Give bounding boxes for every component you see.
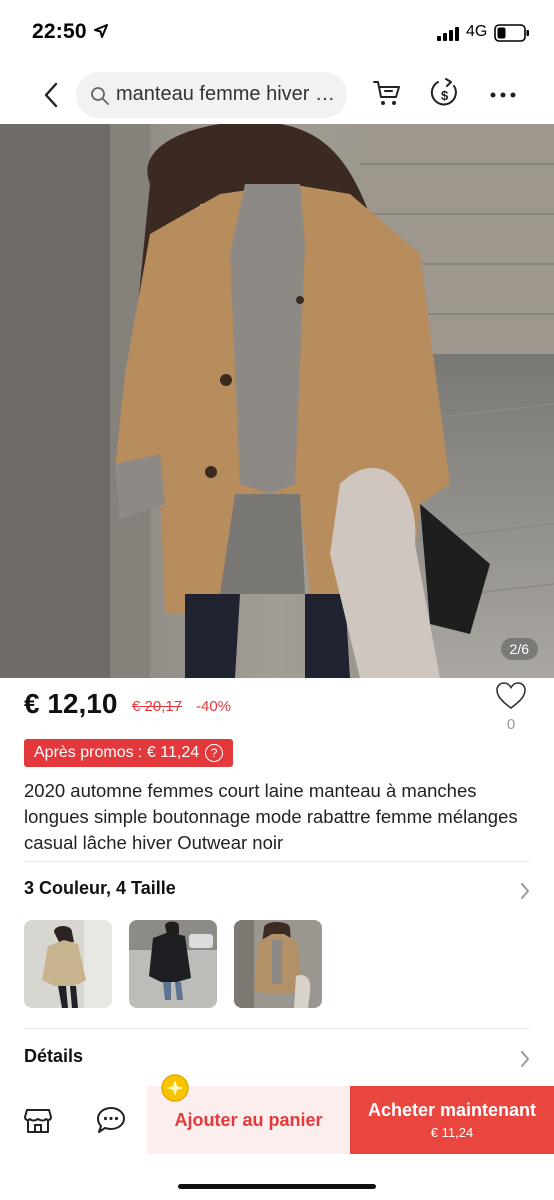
variant-thumbnails xyxy=(24,920,322,1008)
product-image[interactable]: 2/6 xyxy=(0,124,554,678)
home-indicator xyxy=(178,1184,376,1189)
product-title: 2020 automne femmes court laine manteau … xyxy=(24,780,518,853)
variants-selector[interactable]: 3 Couleur, 4 Taille xyxy=(24,878,530,906)
store-icon[interactable] xyxy=(24,1106,52,1134)
current-price: € 12,10 xyxy=(24,688,118,719)
details-section[interactable]: Détails xyxy=(24,1046,530,1074)
thumbnail-image xyxy=(129,920,217,1008)
search-icon xyxy=(91,87,109,105)
promo-label: Après promos : € 11,24 xyxy=(34,744,200,761)
more-options-icon[interactable] xyxy=(490,92,516,98)
promo-price-badge[interactable]: Après promos : € 11,24 ? xyxy=(24,739,234,767)
thumbnail-image xyxy=(24,920,112,1008)
heart-icon xyxy=(496,682,526,709)
cart-icon[interactable] xyxy=(372,78,402,108)
chevron-right-icon xyxy=(521,883,529,899)
bottom-action-bar: Ajouter au panier Acheter maintenant € 1… xyxy=(0,1086,554,1156)
wishlist-button[interactable]: 0 xyxy=(494,682,528,733)
discount-badge: -40% xyxy=(196,698,232,715)
nav-bar: manteau femme hiver 2... $ xyxy=(0,66,554,124)
location-arrow-icon xyxy=(94,24,108,38)
status-time: 22:50 xyxy=(32,20,87,43)
coin-icon xyxy=(161,1074,189,1102)
search-input[interactable]: manteau femme hiver 2... xyxy=(76,72,347,118)
divider xyxy=(24,1028,530,1029)
help-icon[interactable]: ? xyxy=(205,744,224,762)
network-label: 4G xyxy=(466,23,488,40)
chevron-right-icon xyxy=(521,1051,529,1067)
search-query: manteau femme hiver 2... xyxy=(116,83,342,105)
battery-icon xyxy=(494,24,529,42)
variants-label: 3 Couleur, 4 Taille xyxy=(24,878,176,898)
svg-text:$: $ xyxy=(441,88,449,103)
divider xyxy=(24,861,530,862)
variant-thumbnail-black[interactable] xyxy=(129,920,217,1008)
chat-icon[interactable] xyxy=(96,1106,126,1134)
product-photo xyxy=(0,124,554,678)
variant-thumbnail-beige[interactable] xyxy=(24,920,112,1008)
original-price: € 20,17 xyxy=(132,698,183,715)
details-label: Détails xyxy=(24,1046,84,1066)
thumbnail-image xyxy=(234,920,322,1008)
variant-thumbnail-camel[interactable] xyxy=(234,920,322,1008)
image-counter: 2/6 xyxy=(500,638,538,660)
wishlist-count: 0 xyxy=(506,716,516,733)
back-chevron-icon[interactable] xyxy=(40,80,64,110)
buy-now-label: Acheter maintenant xyxy=(367,1100,537,1120)
share-earn-icon[interactable]: $ xyxy=(430,76,460,110)
status-bar: 22:50 4G xyxy=(0,0,554,66)
buy-now-button[interactable]: Acheter maintenant € 11,24 xyxy=(350,1086,554,1154)
signal-icon xyxy=(437,27,459,41)
buy-now-price: € 11,24 xyxy=(430,1125,474,1140)
